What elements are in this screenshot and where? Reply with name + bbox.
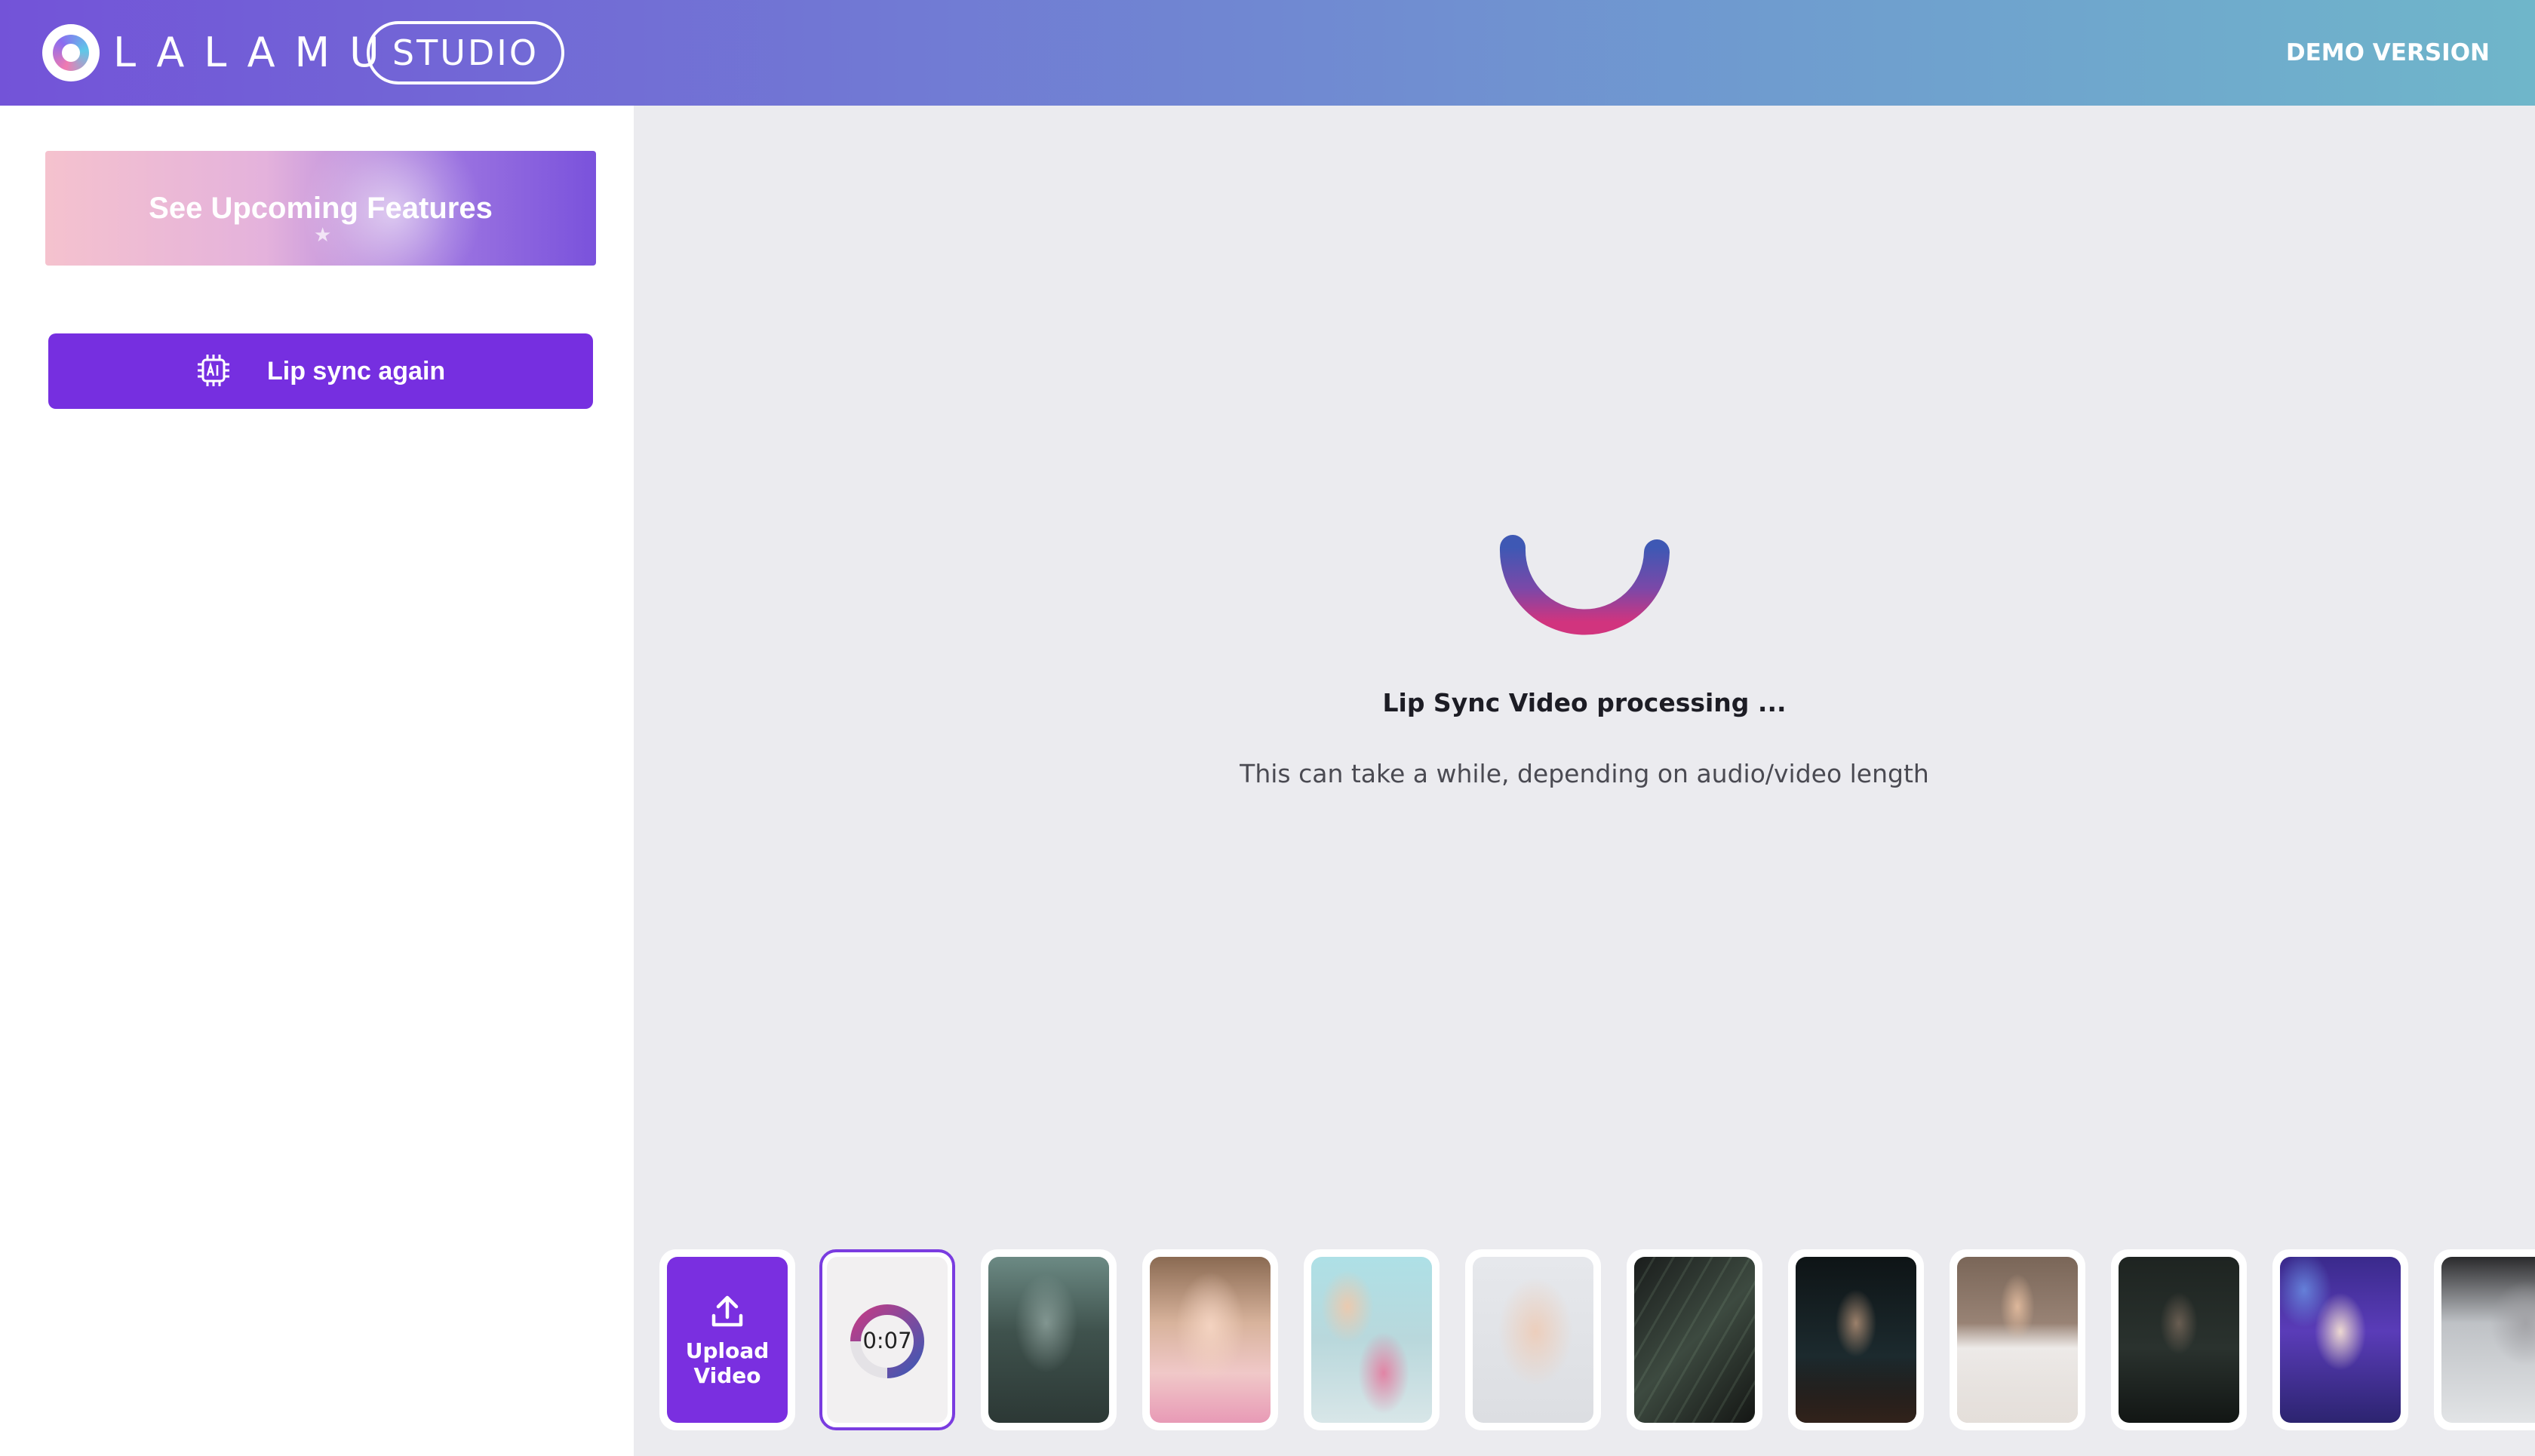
timer-text: 0:07 [862, 1328, 912, 1353]
video-thumbnail[interactable] [1142, 1249, 1278, 1430]
upload-video-label: Upload Video [685, 1338, 770, 1388]
lalamu-logo-icon [42, 24, 100, 81]
loading-spinner-icon [1499, 535, 1670, 635]
video-thumbnail-strip[interactable]: Upload Video 0:07 [634, 1249, 2535, 1456]
upcoming-features-label: See Upcoming Features [149, 192, 493, 225]
video-thumbnail[interactable] [2434, 1249, 2535, 1430]
studio-badge: STUDIO [367, 21, 564, 84]
video-thumbnail[interactable] [2111, 1249, 2247, 1430]
video-thumbnail[interactable] [1304, 1249, 1440, 1430]
video-thumbnail[interactable] [1627, 1249, 1762, 1430]
main-panel: Lip Sync Video processing ... This can t… [634, 106, 2535, 1456]
demo-version-label: DEMO VERSION [2285, 39, 2490, 66]
processing-subtitle: This can take a while, depending on audi… [1240, 759, 1929, 788]
video-thumbnail[interactable] [1950, 1249, 2085, 1430]
see-upcoming-features-button[interactable]: ★ See Upcoming Features [45, 151, 596, 266]
ai-chip-icon [198, 355, 229, 386]
lip-sync-again-label: Lip sync again [267, 357, 446, 386]
brand-name: LALAMU [113, 29, 399, 76]
video-thumbnail[interactable] [1465, 1249, 1601, 1430]
video-thumbnail[interactable] [1788, 1249, 1924, 1430]
processing-video-tile[interactable]: 0:07 [819, 1249, 955, 1430]
video-thumbnail[interactable] [2272, 1249, 2408, 1430]
upload-icon [711, 1295, 743, 1327]
processing-title: Lip Sync Video processing ... [1382, 688, 1787, 717]
sidebar: ★ See Upcoming Features Lip sync again [0, 106, 634, 1456]
top-header: LALAMU STUDIO DEMO VERSION [0, 0, 2535, 106]
upload-video-tile[interactable]: Upload Video [659, 1249, 795, 1430]
video-thumbnail[interactable] [981, 1249, 1117, 1430]
lip-sync-again-button[interactable]: Lip sync again [48, 333, 593, 409]
